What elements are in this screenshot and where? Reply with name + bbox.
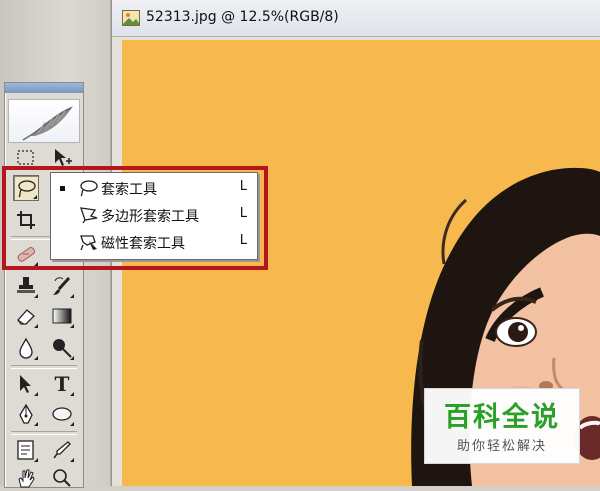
polygonal-lasso-icon (80, 207, 98, 224)
menu-item-shortcut: L (239, 179, 247, 194)
type-glyph: T (54, 372, 70, 396)
tool-separator (11, 365, 77, 369)
menu-item-shortcut: L (239, 233, 247, 248)
history-brush-icon[interactable] (49, 273, 75, 299)
menu-item-lasso[interactable]: 套索工具 L (51, 176, 257, 200)
checked-indicator (60, 186, 65, 191)
eraser-icon[interactable] (13, 303, 39, 329)
toolbox-palette: T (4, 82, 84, 488)
feather-logo[interactable] (8, 99, 80, 143)
document-title-bar[interactable]: 52313.jpg @ 12.5%(RGB/8) (112, 0, 600, 37)
tool-separator (11, 431, 77, 435)
blur-icon[interactable] (13, 335, 39, 361)
menu-item-polygonal-lasso[interactable]: 多边形套索工具 L (51, 203, 257, 227)
path-selection-icon[interactable] (13, 371, 39, 397)
ellipse-icon[interactable] (49, 401, 75, 427)
document-image-icon (122, 10, 140, 26)
type-icon[interactable]: T (49, 371, 75, 397)
lasso-tool-flyout-menu: 套索工具 L 多边形套索工具 L 磁性套索工具 L (50, 172, 258, 260)
menu-item-label: 磁性套索工具 (101, 236, 185, 252)
dodge-icon[interactable] (49, 335, 75, 361)
zoom-icon[interactable] (49, 465, 75, 491)
magnetic-lasso-icon (80, 235, 97, 251)
menu-item-label: 套索工具 (101, 182, 157, 198)
clone-stamp-icon[interactable] (13, 273, 39, 299)
gradient-icon[interactable] (49, 303, 75, 329)
toolbox-title-bar[interactable] (5, 83, 83, 93)
menu-item-magnetic-lasso[interactable]: 磁性套索工具 L (51, 230, 257, 254)
pen-icon[interactable] (13, 401, 39, 427)
menu-item-shortcut: L (239, 206, 247, 221)
lasso-icon (80, 180, 98, 197)
watermark-brand: 百科全说 (444, 402, 560, 433)
hand-icon[interactable] (13, 465, 39, 491)
eyedropper-icon[interactable] (49, 437, 75, 463)
notes-icon[interactable] (13, 437, 39, 463)
watermark-badge: 百科全说 助你轻松解决 (424, 388, 580, 464)
menu-item-label: 多边形套索工具 (101, 209, 199, 225)
watermark-slogan: 助你轻松解决 (456, 439, 547, 454)
document-title: 52313.jpg @ 12.5%(RGB/8) (146, 9, 339, 25)
